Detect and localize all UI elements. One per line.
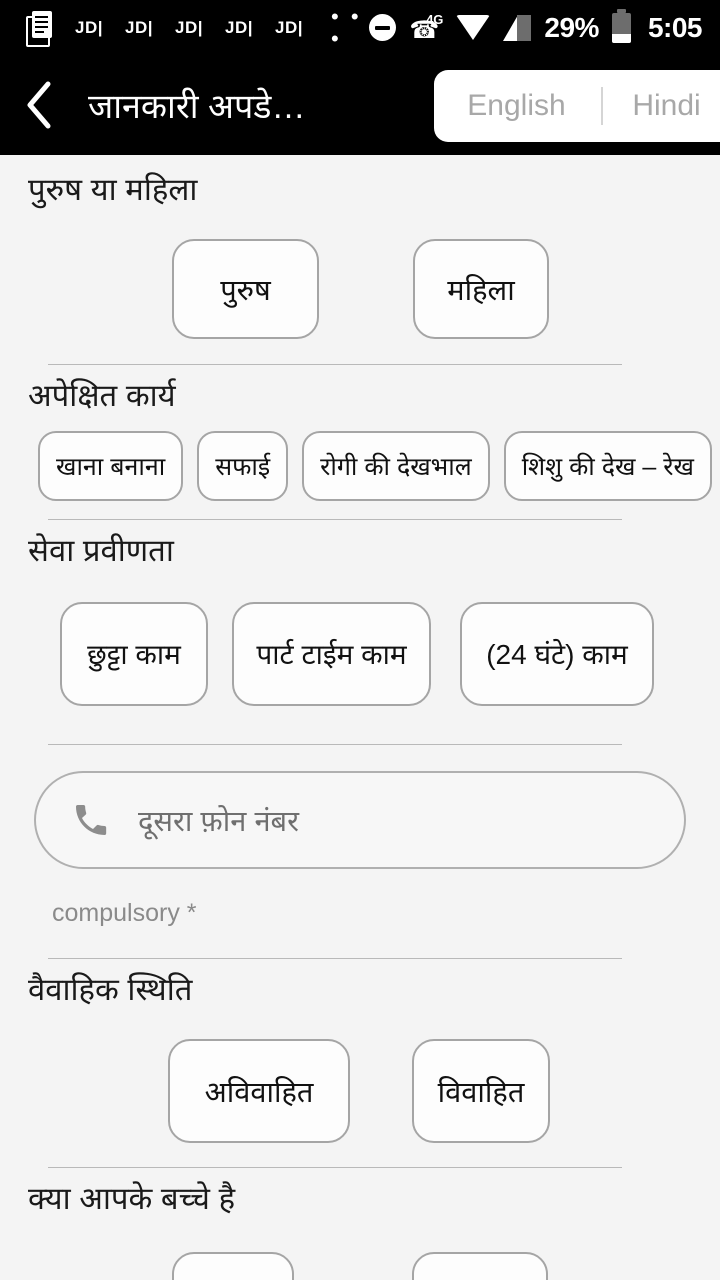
do-not-disturb-icon (369, 14, 397, 41)
option-children-yes[interactable] (172, 1252, 294, 1280)
status-bar-system-icons: ☎ 4G 29% 5:05 (369, 8, 703, 44)
form-scroll-area[interactable]: पुरुष या महिला पुरुष महिला अपेक्षित कार्… (0, 155, 720, 1280)
alternate-phone-input[interactable]: दूसरा फ़ोन नंबर (34, 771, 686, 870)
option-service-odd-job[interactable]: छुट्टा काम (60, 602, 208, 707)
section-marital-status: वैवाहिक स्थिति अविवाहित विवाहित (0, 972, 720, 1169)
divider (48, 744, 622, 746)
language-toggle[interactable]: English Hindi (434, 70, 720, 142)
option-service-full-time[interactable]: (24 घंटे) काम (460, 602, 654, 707)
back-button[interactable] (0, 55, 78, 155)
option-work-cooking[interactable]: खाना बनाना (38, 431, 184, 502)
divider (48, 958, 622, 960)
page-title: जानकारी अपडे… (88, 88, 306, 126)
wifi-icon (456, 15, 491, 40)
jd-notification-icon: JD| (75, 17, 103, 37)
option-row-has-children (0, 1252, 720, 1280)
section-title-service-proficiency: सेवा प्रवीणता (28, 533, 174, 569)
overflow-dots-icon: • • • (331, 3, 362, 51)
option-row-gender: पुरुष महिला (0, 239, 720, 340)
option-work-cleaning[interactable]: सफाई (197, 431, 289, 502)
jd-notification-icon: JD| (275, 17, 303, 37)
divider (48, 1167, 622, 1169)
jd-notification-icon: JD| (225, 17, 253, 37)
section-gender: पुरुष या महिला पुरुष महिला (0, 172, 720, 366)
language-option-english[interactable]: English (438, 91, 601, 121)
section-service-proficiency: सेवा प्रवीणता छुट्टा काम पार्ट टाईम काम … (0, 533, 720, 746)
section-alternate-phone: दूसरा फ़ोन नंबर compulsory * (0, 771, 720, 960)
jd-notification-icon: JD| (125, 17, 153, 37)
document-icon (26, 11, 53, 47)
section-title-has-children: क्या आपके बच्चे है (28, 1181, 236, 1217)
signal-bars-icon (503, 14, 532, 41)
back-chevron-icon (27, 81, 51, 129)
battery-icon (611, 8, 631, 43)
phone-handset-icon (70, 799, 112, 841)
divider (48, 364, 622, 366)
app-bar: जानकारी अपडे… English Hindi (0, 55, 720, 155)
option-work-child-care[interactable]: शिशु की देख – रेख (503, 431, 712, 502)
battery-percent-label: 29% (544, 11, 599, 43)
option-work-patient-care[interactable]: रोगी की देखभाल (302, 431, 490, 502)
option-row-marital-status: अविवाहित विवाहित (0, 1039, 720, 1144)
divider (48, 519, 622, 521)
option-gender-male[interactable]: पुरुष (172, 239, 319, 340)
network-type-label: 4G (426, 11, 444, 27)
option-marital-married[interactable]: विवाहित (412, 1039, 550, 1144)
option-row-service-proficiency: छुट्टा काम पार्ट टाईम काम (24 घंटे) काम (0, 602, 720, 707)
app-screen: JD| JD| JD| JD| JD| • • • ☎ 4G 29% 5:05 (0, 0, 720, 1280)
section-title-expected-work: अपेक्षित कार्य (28, 378, 176, 414)
option-marital-unmarried[interactable]: अविवाहित (168, 1039, 350, 1144)
option-children-no[interactable] (412, 1252, 548, 1280)
alternate-phone-placeholder: दूसरा फ़ोन नंबर (138, 805, 299, 838)
mobile-data-4g-icon: ☎ 4G (409, 11, 444, 44)
status-bar-notifications: JD| JD| JD| JD| JD| • • • (26, 3, 369, 51)
clock-label: 5:05 (647, 11, 703, 43)
section-title-marital-status: वैवाहिक स्थिति (28, 972, 193, 1008)
option-service-part-time[interactable]: पार्ट टाईम काम (232, 602, 431, 707)
status-bar: JD| JD| JD| JD| JD| • • • ☎ 4G 29% 5:05 (0, 0, 720, 55)
option-gender-female[interactable]: महिला (413, 239, 549, 340)
language-option-hindi[interactable]: Hindi (603, 91, 720, 121)
option-row-expected-work: खाना बनाना सफाई रोगी की देखभाल शिशु की द… (0, 431, 720, 502)
section-title-gender: पुरुष या महिला (28, 172, 198, 207)
jd-notification-icon: JD| (175, 17, 203, 37)
section-has-children: क्या आपके बच्चे है (0, 1182, 720, 1280)
section-expected-work: अपेक्षित कार्य खाना बनाना सफाई रोगी की द… (0, 378, 720, 521)
alternate-phone-helper-text: compulsory * (52, 899, 197, 928)
